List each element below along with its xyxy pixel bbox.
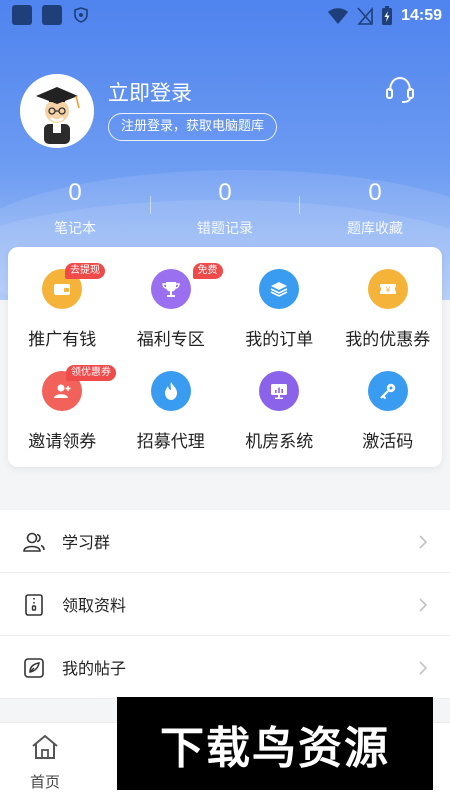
document-icon — [25, 594, 43, 616]
grid-item-label: 我的订单 — [245, 330, 314, 350]
notification-icon — [12, 5, 32, 25]
list-item-materials[interactable]: 领取资料 — [0, 573, 450, 636]
grid-item-activation-code[interactable]: 激活码 — [334, 365, 443, 452]
notification-icon — [42, 5, 62, 25]
tab-home-label: 首页 — [29, 773, 60, 791]
login-title[interactable]: 立即登录 — [108, 77, 192, 107]
stat-value: 0 — [368, 179, 382, 206]
graduate-avatar-icon — [20, 74, 94, 148]
list-item-label: 领取资料 — [62, 596, 127, 615]
grid-item-label: 邀请领券 — [28, 432, 97, 452]
list-item-label: 我的帖子 — [62, 659, 127, 678]
grid-item-orders[interactable]: 我的订单 — [225, 263, 334, 350]
group-icon — [23, 532, 45, 552]
feature-card: 去提现 推广有钱 免费 福利专区 我的订单 ¥ 我的优惠券 领优惠券 邀请领券 … — [8, 247, 442, 467]
list-item-study-group[interactable]: 学习群 — [0, 510, 450, 573]
stat-favorites[interactable]: 0 题库收藏 — [300, 178, 450, 242]
no-signal-icon — [357, 7, 373, 25]
stat-wrong-questions[interactable]: 0 错题记录 — [150, 178, 300, 242]
status-badge: 去提现 — [65, 263, 105, 279]
grid-item-recruit[interactable]: 招募代理 — [117, 365, 226, 452]
grid-item-label: 我的优惠券 — [345, 330, 431, 350]
shield-icon — [74, 7, 88, 23]
grid-item-promotion[interactable]: 去提现 推广有钱 — [8, 263, 117, 350]
status-badge: 免费 — [192, 263, 223, 279]
home-icon — [32, 734, 58, 759]
trophy-icon — [150, 269, 191, 309]
clock: 14:59 — [401, 7, 442, 24]
grid-item-label: 激活码 — [362, 432, 414, 452]
battery-icon — [382, 6, 393, 25]
stat-label: 错题记录 — [197, 221, 253, 237]
monitor-icon — [259, 371, 300, 411]
post-icon — [24, 658, 44, 678]
status-bar: 14:59 — [0, 0, 450, 32]
grid-item-label: 机房系统 — [245, 432, 314, 452]
watermark-text: 下载鸟资源 — [160, 722, 390, 774]
menu-list: 学习群 领取资料 我的帖子 — [0, 510, 450, 699]
avatar[interactable] — [20, 74, 94, 148]
stat-value: 0 — [68, 179, 82, 206]
grid-item-welfare[interactable]: 免费 福利专区 — [117, 263, 226, 350]
tab-home[interactable]: 首页 — [20, 733, 70, 792]
watermark: 下载鸟资源 — [117, 697, 433, 790]
headset-icon[interactable] — [384, 75, 416, 105]
flame-icon — [150, 371, 191, 411]
chevron-right-icon — [419, 661, 428, 675]
register-button[interactable]: 注册登录，获取电脑题库 — [108, 113, 278, 141]
ticket-icon: ¥ — [367, 269, 408, 309]
list-item-label: 学习群 — [62, 533, 111, 552]
stat-label: 题库收藏 — [347, 221, 403, 237]
layers-icon — [259, 269, 300, 309]
chevron-right-icon — [419, 598, 428, 612]
grid-item-label: 福利专区 — [136, 330, 205, 350]
grid-item-invite[interactable]: 领优惠券 邀请领券 — [8, 365, 117, 452]
stats-row: 0 笔记本 0 错题记录 0 题库收藏 — [0, 178, 450, 242]
stat-label: 笔记本 — [54, 221, 96, 237]
chevron-right-icon — [419, 535, 428, 549]
key-icon — [367, 371, 408, 411]
list-item-my-posts[interactable]: 我的帖子 — [0, 636, 450, 699]
divider — [150, 196, 151, 214]
status-badge: 领优惠券 — [66, 365, 116, 381]
grid-item-label: 推广有钱 — [28, 330, 97, 350]
grid-item-label: 招募代理 — [136, 432, 205, 452]
grid-item-lab-system[interactable]: 机房系统 — [225, 365, 334, 452]
wifi-icon — [328, 8, 349, 24]
svg-text:¥: ¥ — [385, 286, 390, 295]
grid-item-coupons[interactable]: ¥ 我的优惠券 — [334, 263, 443, 350]
stat-notebook[interactable]: 0 笔记本 — [0, 178, 150, 242]
feature-grid: 去提现 推广有钱 免费 福利专区 我的订单 ¥ 我的优惠券 领优惠券 邀请领券 … — [8, 263, 443, 452]
stat-value: 0 — [218, 179, 232, 206]
